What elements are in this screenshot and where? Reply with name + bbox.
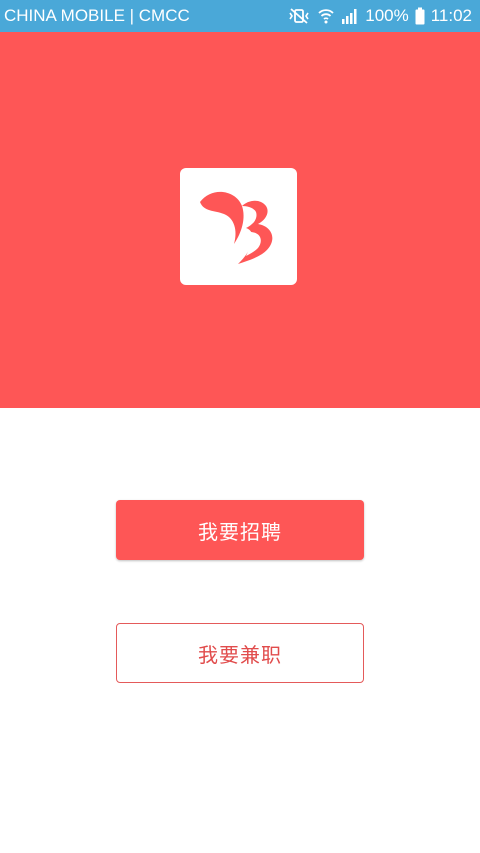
signal-icon [341,7,359,25]
parttime-job-button[interactable]: 我要兼职 [116,623,364,683]
app-logo [180,168,297,285]
status-icons: 100% 11:02 [287,6,472,26]
status-bar: CHINA MOBILE | CMCC 100% 11:02 [0,0,480,32]
hero-banner [0,32,480,408]
recruit-button-label: 我要招聘 [198,519,282,544]
screen: CHINA MOBILE | CMCC 100% 11:02 我要招聘 我要兼职 [0,0,480,853]
recruit-button[interactable]: 我要招聘 [116,500,364,560]
battery-percent: 100% [365,6,409,25]
wifi-icon [317,7,335,25]
parttime-job-button-label: 我要兼职 [198,642,282,667]
brand-b-logo-icon [194,180,284,274]
clock: 11:02 [430,6,472,25]
mute-vibrate-icon [287,7,311,25]
carrier-label: CHINA MOBILE | CMCC [4,6,190,25]
battery-icon [415,7,425,25]
